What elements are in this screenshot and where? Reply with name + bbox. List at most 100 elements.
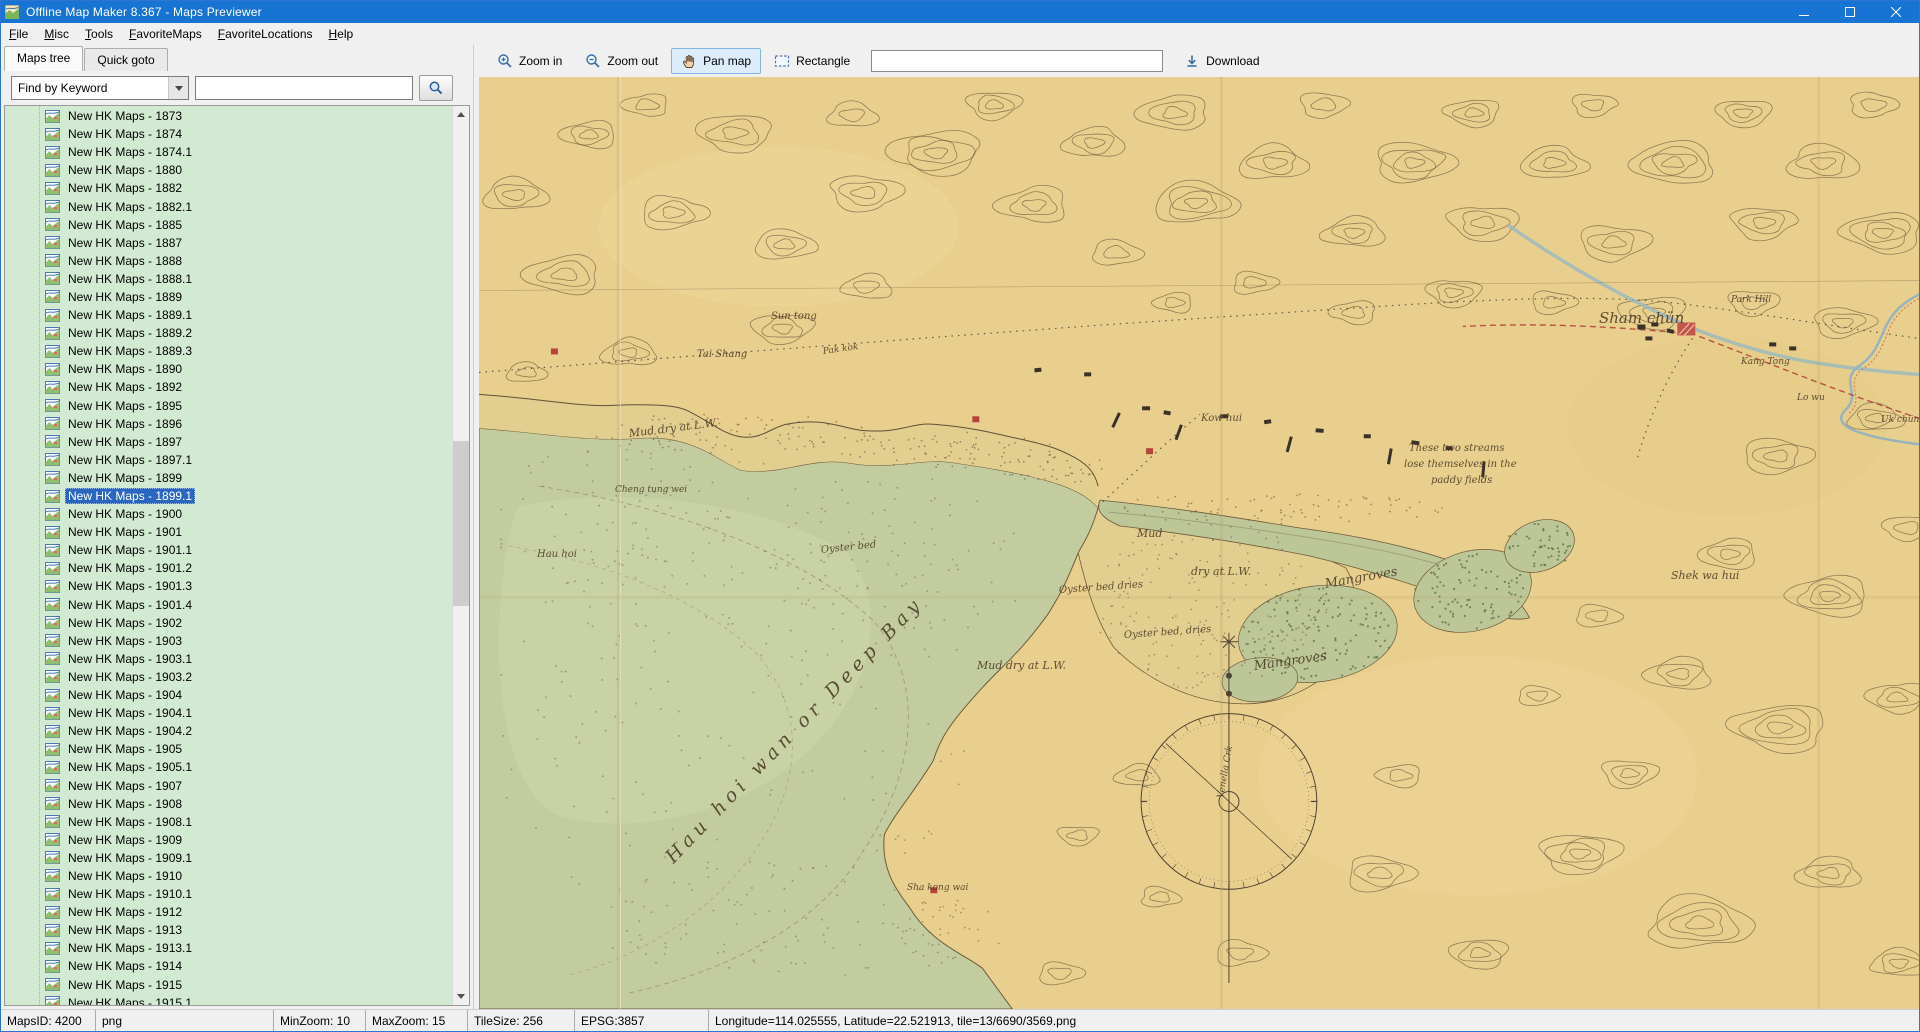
tree-item[interactable]: New HK Maps - 1882: [45, 179, 452, 197]
tree-item-label: New HK Maps - 1899: [65, 470, 185, 486]
tree-item-label: New HK Maps - 1882: [65, 180, 185, 196]
tree-item[interactable]: New HK Maps - 1889.1: [45, 306, 452, 324]
tree-item[interactable]: New HK Maps - 1902: [45, 614, 452, 632]
map-item-icon: [45, 544, 61, 557]
map-item-icon: [45, 779, 61, 792]
tree-item[interactable]: New HK Maps - 1901: [45, 523, 452, 541]
toolbar-input[interactable]: [871, 50, 1163, 72]
tree-item[interactable]: New HK Maps - 1905: [45, 740, 452, 758]
tree-item[interactable]: New HK Maps - 1895: [45, 397, 452, 415]
tree-item[interactable]: New HK Maps - 1913: [45, 921, 452, 939]
tree-item[interactable]: New HK Maps - 1887: [45, 234, 452, 252]
map-item-icon: [45, 616, 61, 629]
search-button[interactable]: [419, 75, 453, 101]
scrollbar-thumb[interactable]: [453, 441, 469, 606]
maps-tree: New HK Maps - 1873New HK Maps - 1874New …: [4, 105, 470, 1006]
status-segment: MapsID: 4200: [1, 1010, 96, 1031]
tree-item[interactable]: New HK Maps - 1880: [45, 161, 452, 179]
map-item-icon: [45, 942, 61, 955]
tree-item[interactable]: New HK Maps - 1908: [45, 795, 452, 813]
rectangle-button[interactable]: Rectangle: [764, 49, 860, 73]
find-mode-select[interactable]: Find by Keyword: [11, 76, 189, 100]
menu-misc[interactable]: Misc: [36, 24, 77, 44]
tree-item-label: New HK Maps - 1896: [65, 416, 185, 432]
map-item-icon: [45, 670, 61, 683]
tree-item[interactable]: New HK Maps - 1873: [45, 107, 452, 125]
menu-tools[interactable]: Tools: [77, 24, 121, 44]
tab-quick-goto[interactable]: Quick goto: [84, 48, 167, 71]
tree-item[interactable]: New HK Maps - 1901.1: [45, 541, 452, 559]
tree-item[interactable]: New HK Maps - 1903: [45, 632, 452, 650]
scroll-up-icon[interactable]: [453, 106, 469, 123]
dropdown-arrow-icon[interactable]: [168, 77, 188, 99]
pan-map-button[interactable]: Pan map: [671, 48, 761, 74]
maximize-button[interactable]: [1827, 1, 1873, 23]
tree-item[interactable]: New HK Maps - 1904: [45, 686, 452, 704]
tree-item-label: New HK Maps - 1888: [65, 253, 185, 269]
tree-item[interactable]: New HK Maps - 1899.1: [45, 487, 452, 505]
menu-file[interactable]: File: [1, 24, 36, 44]
zoom-in-label: Zoom in: [519, 54, 562, 68]
tree-item[interactable]: New HK Maps - 1915.1: [45, 994, 452, 1005]
tree-item-label: New HK Maps - 1904.1: [65, 705, 195, 721]
tree-item[interactable]: New HK Maps - 1913.1: [45, 939, 452, 957]
minimize-button[interactable]: [1781, 1, 1827, 23]
tree-item[interactable]: New HK Maps - 1905.1: [45, 758, 452, 776]
close-button[interactable]: [1873, 1, 1919, 23]
tree-item[interactable]: New HK Maps - 1910.1: [45, 885, 452, 903]
tree-item[interactable]: New HK Maps - 1892: [45, 378, 452, 396]
map-item-icon: [45, 327, 61, 340]
map-item-icon: [45, 851, 61, 864]
tree-item[interactable]: New HK Maps - 1874.1: [45, 143, 452, 161]
tree-item[interactable]: New HK Maps - 1900: [45, 505, 452, 523]
tree-item-label: New HK Maps - 1873: [65, 108, 185, 124]
tree-item[interactable]: New HK Maps - 1903.2: [45, 668, 452, 686]
tree-scrollbar[interactable]: [452, 106, 469, 1005]
tree-item[interactable]: New HK Maps - 1888.1: [45, 270, 452, 288]
tree-item[interactable]: New HK Maps - 1909: [45, 831, 452, 849]
left-panel-tabs: Maps tree Quick goto: [1, 45, 473, 71]
tree-item[interactable]: New HK Maps - 1909.1: [45, 849, 452, 867]
tree-item[interactable]: New HK Maps - 1904.2: [45, 722, 452, 740]
scroll-down-icon[interactable]: [453, 988, 469, 1005]
tree-item[interactable]: New HK Maps - 1907: [45, 776, 452, 794]
map-viewport[interactable]: Hau hoi wan or Deep BayMangrovesMangrove…: [479, 77, 1919, 1009]
menu-favoritelocations[interactable]: FavoriteLocations: [210, 24, 321, 44]
zoom-in-button[interactable]: Zoom in: [487, 48, 572, 74]
tree-item[interactable]: New HK Maps - 1889.3: [45, 342, 452, 360]
menu-help[interactable]: Help: [321, 24, 362, 44]
tree-item[interactable]: New HK Maps - 1908.1: [45, 813, 452, 831]
tree-item-label: New HK Maps - 1889.1: [65, 307, 195, 323]
tree-item[interactable]: New HK Maps - 1904.1: [45, 704, 452, 722]
map-item-icon: [45, 399, 61, 412]
download-button[interactable]: Download: [1174, 48, 1269, 74]
tree-item[interactable]: New HK Maps - 1901.2: [45, 559, 452, 577]
tree-item[interactable]: New HK Maps - 1910: [45, 867, 452, 885]
tree-item[interactable]: New HK Maps - 1915: [45, 976, 452, 994]
map-item-icon: [45, 598, 61, 611]
tree-item-label: New HK Maps - 1890: [65, 361, 185, 377]
tree-item[interactable]: New HK Maps - 1890: [45, 360, 452, 378]
map-item-icon: [45, 417, 61, 430]
tree-item[interactable]: New HK Maps - 1899: [45, 469, 452, 487]
tree-item[interactable]: New HK Maps - 1889.2: [45, 324, 452, 342]
keyword-input[interactable]: [195, 76, 413, 100]
tree-item[interactable]: New HK Maps - 1888: [45, 252, 452, 270]
tree-item-label: New HK Maps - 1897.1: [65, 452, 195, 468]
tree-item[interactable]: New HK Maps - 1885: [45, 216, 452, 234]
tree-item[interactable]: New HK Maps - 1896: [45, 415, 452, 433]
zoom-out-button[interactable]: Zoom out: [575, 48, 668, 74]
tree-item[interactable]: New HK Maps - 1901.4: [45, 596, 452, 614]
tree-item[interactable]: New HK Maps - 1903.1: [45, 650, 452, 668]
status-segment: TileSize: 256: [468, 1010, 575, 1031]
menu-favoritemaps[interactable]: FavoriteMaps: [121, 24, 210, 44]
tree-item[interactable]: New HK Maps - 1882.1: [45, 197, 452, 215]
tab-maps-tree[interactable]: Maps tree: [4, 46, 83, 71]
tree-item[interactable]: New HK Maps - 1901.3: [45, 577, 452, 595]
tree-item[interactable]: New HK Maps - 1897: [45, 433, 452, 451]
tree-item[interactable]: New HK Maps - 1889: [45, 288, 452, 306]
tree-item[interactable]: New HK Maps - 1874: [45, 125, 452, 143]
tree-item[interactable]: New HK Maps - 1914: [45, 957, 452, 975]
tree-item[interactable]: New HK Maps - 1897.1: [45, 451, 452, 469]
tree-item[interactable]: New HK Maps - 1912: [45, 903, 452, 921]
